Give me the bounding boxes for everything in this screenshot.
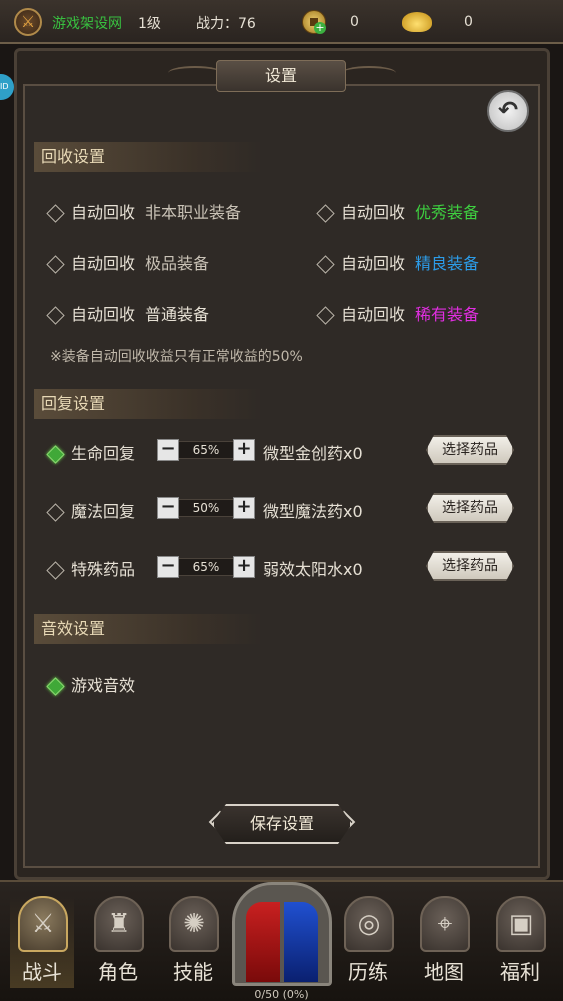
percent-value: 65%	[179, 441, 233, 459]
back-button[interactable]: ↶	[487, 90, 529, 132]
recover-label: 生命回复	[71, 444, 136, 463]
sound-label: 游戏音效	[71, 676, 136, 695]
recycle-quality-label: 普通装备	[145, 305, 210, 324]
plus-button[interactable]: +	[233, 439, 255, 461]
recycle-prefix: 自动回收	[341, 203, 406, 222]
checkbox-diamond-icon[interactable]	[316, 203, 335, 223]
player-avatar-icon[interactable]: ⚔	[14, 8, 42, 36]
add-coin-icon[interactable]: +	[314, 22, 326, 34]
recycle-option-normal[interactable]: 自动回收 普通装备	[46, 301, 209, 325]
recycle-prefix: 自动回收	[71, 254, 136, 273]
plus-button[interactable]: +	[233, 497, 255, 519]
nav-character[interactable]: ♜ 角色	[86, 896, 150, 988]
recycle-option-fine[interactable]: 自动回收 精良装备	[316, 250, 479, 274]
plus-button[interactable]: +	[233, 556, 255, 578]
nav-label: 技能	[173, 960, 213, 984]
gate-red-door-icon	[246, 902, 280, 982]
nav-map[interactable]: ⌖ 地图	[412, 896, 476, 988]
potion-name: 微型金创药x0	[263, 444, 363, 463]
nav-label: 角色	[98, 960, 138, 984]
nav-label: 福利	[500, 960, 540, 984]
special-percent-stepper: − 65% +	[157, 556, 255, 578]
percent-value: 65%	[179, 558, 233, 576]
nav-battle[interactable]: ⚔ 战斗	[10, 896, 74, 988]
helmet-icon: ♜	[94, 896, 144, 952]
title-ornament-left-icon	[168, 66, 222, 80]
recover-section-header: 回复设置	[34, 389, 262, 419]
sound-toggle[interactable]: 游戏音效	[46, 672, 135, 696]
recycle-option-excellent[interactable]: 自动回收 优秀装备	[316, 199, 479, 223]
minus-button[interactable]: −	[157, 439, 179, 461]
checkbox-diamond-icon[interactable]	[46, 502, 65, 522]
recycle-prefix: 自动回收	[71, 203, 136, 222]
recycle-option-rare[interactable]: 自动回收 稀有装备	[316, 301, 479, 325]
recycle-prefix: 自动回收	[341, 254, 406, 273]
player-name: 游戏架设网	[52, 16, 122, 32]
portal-gate[interactable]	[232, 882, 332, 986]
minus-button[interactable]: −	[157, 556, 179, 578]
checkbox-diamond-icon[interactable]	[316, 254, 335, 274]
nav-label: 战斗	[22, 960, 62, 984]
crossed-swords-icon: ⚔	[18, 896, 68, 952]
recycle-quality-label: 非本职业装备	[145, 203, 242, 222]
player-level: 1级	[138, 16, 161, 32]
select-potion-button[interactable]: 选择药品	[426, 435, 514, 465]
recover-label: 魔法回复	[71, 502, 136, 521]
recycle-prefix: 自动回收	[341, 305, 406, 324]
nav-label: 地图	[424, 960, 464, 984]
checkbox-diamond-icon[interactable]	[46, 560, 65, 580]
recycle-option-non-class[interactable]: 自动回收 非本职业装备	[46, 199, 241, 223]
gate-blue-door-icon	[284, 902, 318, 982]
experience-readout: 0/50 (0%)	[254, 988, 309, 1001]
percent-value: 50%	[179, 499, 233, 517]
checkbox-diamond-icon[interactable]	[316, 305, 335, 325]
checkbox-diamond-icon[interactable]	[46, 254, 65, 274]
coin-value: 0	[350, 14, 359, 30]
top-status-bar: ⚔ 游戏架设网 1级 战力：76 + 0 0	[0, 0, 563, 44]
checkbox-diamond-icon[interactable]	[46, 305, 65, 325]
sound-section-header: 音效设置	[34, 614, 262, 644]
checkbox-diamond-icon[interactable]	[46, 203, 65, 223]
recycle-quality-label: 极品装备	[145, 254, 210, 273]
vortex-icon: ◎	[344, 896, 394, 952]
nav-welfare[interactable]: ▣ 福利	[488, 896, 552, 988]
recycle-section-header: 回收设置	[34, 142, 262, 172]
potion-name: 弱效太阳水x0	[263, 560, 363, 579]
dialog-title: 设置	[216, 60, 346, 92]
treasure-chest-icon: ▣	[496, 896, 546, 952]
recover-label: 特殊药品	[71, 560, 136, 579]
save-settings-button[interactable]: 保存设置	[212, 804, 352, 844]
recover-toggle-special[interactable]: 特殊药品	[46, 556, 135, 580]
nav-label: 历练	[348, 960, 388, 984]
side-badge[interactable]: ID	[0, 74, 14, 100]
nav-training[interactable]: ◎ 历练	[336, 896, 400, 988]
title-ornament-right-icon	[342, 66, 396, 80]
recycle-note: ※装备自动回收收益只有正常收益的50%	[50, 349, 303, 365]
nav-skills[interactable]: ✺ 技能	[161, 896, 225, 988]
recycle-quality-label: 精良装备	[415, 254, 480, 273]
select-potion-button[interactable]: 选择药品	[426, 551, 514, 581]
recycle-quality-label: 优秀装备	[415, 203, 480, 222]
mp-percent-stepper: − 50% +	[157, 497, 255, 519]
recover-toggle-hp[interactable]: 生命回复	[46, 440, 135, 464]
combat-power: 战力：76	[196, 16, 256, 32]
hp-percent-stepper: − 65% +	[157, 439, 255, 461]
ingot-value: 0	[464, 14, 473, 30]
recycle-option-superior[interactable]: 自动回收 极品装备	[46, 250, 209, 274]
checkbox-diamond-checked-icon[interactable]	[46, 444, 65, 464]
recycle-quality-label: 稀有装备	[415, 305, 480, 324]
gold-ingot-icon	[402, 12, 432, 32]
recover-toggle-mp[interactable]: 魔法回复	[46, 498, 135, 522]
checkbox-diamond-checked-icon[interactable]	[46, 676, 65, 696]
minus-button[interactable]: −	[157, 497, 179, 519]
map-pin-icon: ⌖	[420, 896, 470, 952]
recycle-prefix: 自动回收	[71, 305, 136, 324]
potion-name: 微型魔法药x0	[263, 502, 363, 521]
select-potion-button[interactable]: 选择药品	[426, 493, 514, 523]
skill-flame-icon: ✺	[169, 896, 219, 952]
